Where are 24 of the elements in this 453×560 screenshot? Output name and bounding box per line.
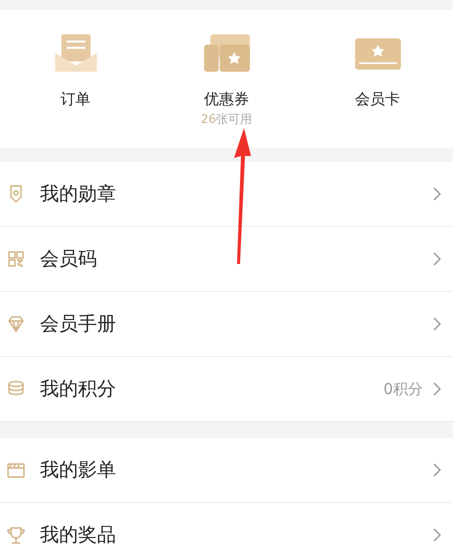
coins-icon <box>8 380 24 396</box>
diamond-icon <box>8 316 24 334</box>
shield-icon <box>10 185 22 203</box>
menu-item-label[interactable]: 我的影单 <box>40 457 433 483</box>
menu-item-label[interactable]: 会员手册 <box>40 311 433 337</box>
menu-item-label[interactable]: 我的奖品 <box>40 522 433 548</box>
chevron-icon[interactable] <box>433 382 441 396</box>
shortcut-label[interactable]: 订单 <box>60 90 90 109</box>
shortcut-label[interactable]: 会员卡 <box>355 90 400 109</box>
trophy-icon <box>7 527 25 544</box>
qr-code-icon <box>8 251 24 267</box>
chevron-icon[interactable] <box>433 187 441 201</box>
coupon-count: 26张可用 <box>200 111 252 128</box>
menu-item-label[interactable]: 我的积分 <box>40 376 384 402</box>
ticket-icon[interactable] <box>202 32 252 74</box>
chevron-icon[interactable] <box>433 252 441 266</box>
menu-item-label[interactable]: 我的勋章 <box>40 181 433 207</box>
chevron-icon[interactable] <box>433 463 441 477</box>
menu-item-label[interactable]: 会员码 <box>40 246 433 272</box>
chevron-icon[interactable] <box>433 317 441 331</box>
clapperboard-icon <box>7 463 25 478</box>
points-value: 0积分 <box>383 380 423 398</box>
chevron-icon[interactable] <box>433 528 441 542</box>
shortcut-label[interactable]: 优惠券 <box>204 90 249 109</box>
